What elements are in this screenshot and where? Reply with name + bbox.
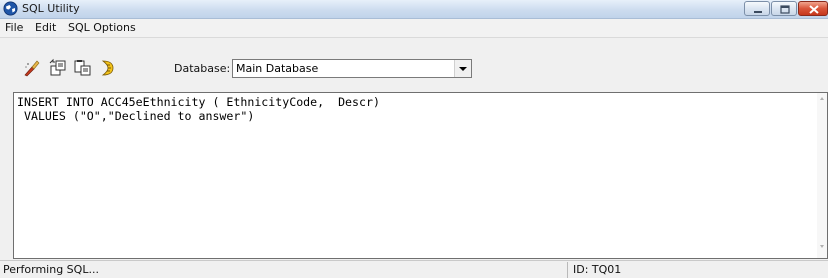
run-icon [101, 60, 114, 76]
window-title: SQL Utility [22, 2, 80, 15]
toolbar: Database: Main Database [0, 38, 828, 88]
maximize-icon [780, 5, 790, 14]
sql-line-2: VALUES ("O","Declined to answer") [17, 109, 255, 123]
maximize-button[interactable] [771, 1, 797, 16]
clear-icon [24, 60, 40, 77]
database-label: Database: [174, 62, 231, 75]
run-button[interactable] [98, 58, 118, 78]
chevron-down-icon [459, 67, 467, 71]
dropdown-arrow-button[interactable] [454, 60, 471, 77]
scroll-arrows-icon [820, 97, 824, 248]
sql-utility-window: SQL Utility File Edit SQL Options Databa… [0, 0, 828, 278]
vertical-scrollbar[interactable] [817, 93, 827, 258]
paste-button[interactable] [72, 58, 92, 78]
globe-app-icon [3, 1, 18, 16]
menu-edit[interactable]: Edit [35, 21, 56, 35]
status-id: ID: TQ01 [573, 263, 622, 276]
status-divider [567, 262, 568, 278]
left-gutter [0, 88, 12, 260]
copy-icon [49, 58, 66, 76]
sql-editor[interactable]: INSERT INTO ACC45eEthnicity ( EthnicityC… [13, 92, 828, 259]
clear-button[interactable] [22, 58, 42, 78]
copy-button[interactable] [48, 58, 68, 78]
menu-bar: File Edit SQL Options [0, 19, 828, 38]
title-bar[interactable]: SQL Utility [0, 0, 828, 19]
minimize-button[interactable] [744, 1, 770, 16]
database-select[interactable]: Main Database [232, 59, 472, 78]
paste-icon [74, 60, 91, 76]
minimize-icon [754, 11, 762, 13]
sql-line-1: INSERT INTO ACC45eEthnicity ( EthnicityC… [17, 95, 380, 109]
menu-file[interactable]: File [5, 21, 23, 35]
status-message: Performing SQL... [3, 263, 99, 276]
status-bar: Performing SQL... ID: TQ01 [0, 260, 828, 278]
close-icon [809, 5, 819, 14]
menu-sql-options[interactable]: SQL Options [68, 21, 136, 35]
database-value: Main Database [236, 62, 319, 75]
close-button[interactable] [798, 1, 828, 16]
